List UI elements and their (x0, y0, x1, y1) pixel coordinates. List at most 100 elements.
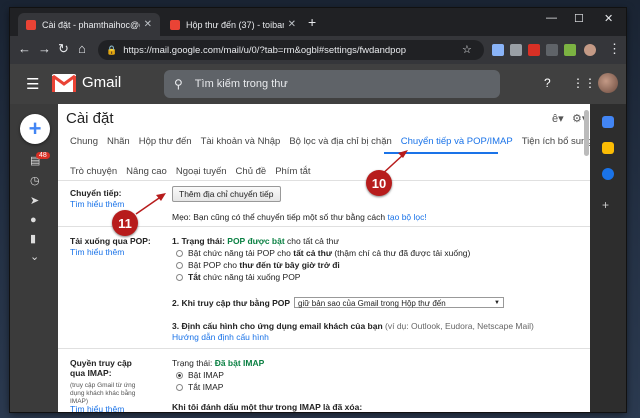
radio-button[interactable] (176, 274, 183, 281)
expand-icon[interactable]: ⌄ (30, 250, 39, 263)
pop-action-select[interactable]: giữ bản sao của Gmail trong Hộp thư đến ▼ (294, 297, 504, 308)
extension-icon[interactable] (546, 44, 558, 56)
url-text: https://mail.google.com/mail/u/0/?tab=rm… (123, 44, 407, 56)
extension-icon[interactable] (510, 44, 522, 56)
imap-status-value: Đã bật IMAP (214, 358, 265, 368)
add-forwarding-address-button[interactable]: Thêm địa chỉ chuyển tiếp (172, 186, 281, 202)
menu-dots-icon[interactable]: ⋮ (608, 42, 621, 56)
pop-status-prefix: 1. Trạng thái: (172, 236, 225, 246)
help-icon[interactable]: ? (544, 76, 551, 90)
tip-text: Mẹo: Bạn cũng có thể chuyển tiếp một số … (172, 212, 386, 222)
address-bar[interactable]: 🔒 https://mail.google.com/mail/u/0/?tab=… (98, 40, 484, 60)
dropdown-arrow-icon: ▼ (494, 300, 500, 306)
option-bold: Tắt (188, 272, 201, 282)
lock-icon: 🔒 (106, 44, 118, 55)
maximize-button[interactable]: ☐ (574, 12, 584, 25)
pop-learn-more-link[interactable]: Tìm hiểu thêm (70, 247, 124, 257)
mail-search-input[interactable]: ⚲ Tìm kiếm trong thư (164, 70, 500, 98)
create-filter-link[interactable]: tạo bộ lọc! (388, 212, 427, 222)
home-button[interactable]: ⌂ (78, 42, 86, 56)
radio-button[interactable] (176, 250, 183, 257)
new-tab-button[interactable]: + (308, 14, 316, 30)
trash-icon[interactable]: ▮ (30, 232, 36, 245)
tab-close-icon[interactable]: ✕ (288, 19, 296, 30)
imap-delete-label: Khi tôi đánh dấu một thư trong IMAP là đ… (172, 402, 363, 412)
extension-icon[interactable] (564, 44, 576, 56)
active-tab-indicator (384, 152, 498, 154)
clock-icon[interactable]: ◷ (30, 174, 40, 187)
annotation-step-10: 10 (366, 170, 392, 196)
watermark: GENK (530, 396, 588, 415)
star-icon[interactable]: ☆ (462, 43, 472, 57)
close-window-button[interactable]: ✕ (604, 12, 613, 25)
imap-learn-more-link[interactable]: Tìm hiểu thêm (70, 404, 124, 412)
imap-option-on[interactable]: Bật IMAP (176, 370, 224, 380)
minimize-button[interactable]: — (546, 12, 557, 24)
gmail-wordmark: Gmail (82, 74, 122, 91)
calendar-icon[interactable] (602, 116, 614, 128)
tab-filters[interactable]: Bộ lọc và địa chỉ bị chặn (289, 136, 391, 147)
compose-button[interactable]: + (20, 114, 50, 144)
imap-sub: (truy cập Gmail từ ứng dụng khách khác b… (70, 382, 136, 405)
extension-icon[interactable] (492, 44, 504, 56)
pop-option-off[interactable]: Tắt chức năng tải xuống POP (176, 272, 300, 282)
tab-inbox-settings[interactable]: Hộp thư đến (139, 136, 192, 147)
tab-inbox[interactable]: Hộp thư đến (37) - toibanbanh... ✕ (162, 13, 304, 36)
search-icon[interactable]: ⚲ (174, 77, 183, 91)
tab-chat[interactable]: Trò chuyện (70, 166, 117, 177)
tab-strip: Cài đặt - phamthaihoc@gmail.c... ✕ Hộp t… (10, 8, 626, 36)
option-text: Tắt IMAP (188, 382, 224, 392)
send-icon[interactable]: ➤ (30, 194, 39, 207)
imap-status-prefix: Trạng thái: (172, 358, 213, 368)
tab-settings[interactable]: Cài đặt - phamthaihoc@gmail.c... ✕ (18, 13, 160, 36)
radio-button[interactable] (176, 372, 183, 379)
radio-button[interactable] (176, 262, 183, 269)
imap-label: Quyền truy cập qua IMAP: (70, 358, 132, 378)
pop-option-all[interactable]: Bật chức năng tải POP cho tất cả thư (th… (176, 248, 470, 258)
tab-accounts[interactable]: Tài khoản và Nhập (201, 136, 281, 147)
step3-label: 3. Định cấu hình cho ứng dụng email khác… (172, 321, 383, 331)
tab-general[interactable]: Chung (70, 136, 98, 147)
main-menu-icon[interactable]: ☰ (26, 75, 39, 93)
scrollbar[interactable] (584, 110, 589, 156)
tab-close-icon[interactable]: ✕ (144, 19, 152, 30)
extension-icon[interactable] (528, 44, 540, 56)
reload-button[interactable]: ↻ (58, 42, 69, 56)
forwarding-learn-more-link[interactable]: Tìm hiểu thêm (70, 199, 124, 209)
pop-label: Tải xuống qua POP: (70, 236, 151, 246)
page-title: Cài đặt (66, 110, 114, 127)
tab-forwarding-pop-imap[interactable]: Chuyển tiếp và POP/IMAP (401, 136, 513, 147)
tab-themes[interactable]: Chủ đề (236, 166, 267, 177)
step3-hint: (ví dụ: Outlook, Eudora, Netscape Mail) (385, 321, 534, 331)
tab-label: Cài đặt - phamthaihoc@gmail.c... (42, 19, 140, 30)
left-rail: + ▤ 48 ◷ ➤ ● ▮ ⌄ (10, 104, 58, 412)
account-avatar[interactable] (598, 73, 618, 93)
add-addon-icon[interactable]: + (602, 198, 614, 212)
pop-option-new[interactable]: Bật POP cho thư đến từ bây giờ trở đi (176, 260, 340, 270)
configuration-guide-link[interactable]: Hướng dẫn định cấu hình (172, 332, 269, 342)
gmail-header: ☰ Gmail ⚲ Tìm kiếm trong thư ? ⋮⋮⋮ (10, 64, 626, 104)
divider (58, 348, 590, 349)
option-text: (thậm chí cả thư đã được tải xuống) (331, 248, 471, 258)
settings-panel: Cài đặt ê▾ ⚙▾ Chung Nhãn Hộp thư đến Tài kh… (58, 104, 592, 412)
tab-offline[interactable]: Ngoại tuyến (176, 166, 227, 177)
tasks-icon[interactable] (602, 168, 614, 180)
forward-button[interactable]: → (38, 42, 51, 56)
radio-button[interactable] (176, 384, 183, 391)
imap-option-off[interactable]: Tắt IMAP (176, 382, 223, 392)
option-text: Bật POP cho (188, 260, 240, 270)
annotation-step-11: 11 (112, 210, 138, 236)
imap-status: Trạng thái: Đã bật IMAP (172, 358, 264, 368)
pop-status: 1. Trạng thái: POP được bật cho tất cả t… (172, 236, 339, 246)
tab-labels[interactable]: Nhãn (107, 136, 130, 147)
tab-advanced[interactable]: Nâng cao (126, 166, 167, 177)
language-icon[interactable]: ê▾ (552, 112, 564, 125)
option-bold: tất cả thư (293, 248, 332, 258)
important-icon[interactable]: ● (30, 214, 37, 226)
profile-avatar[interactable] (584, 44, 596, 56)
divider (58, 226, 590, 227)
tab-shortcuts[interactable]: Phím tắt (275, 166, 310, 177)
back-button[interactable]: ← (18, 42, 31, 56)
tab-addons[interactable]: Tiện ích bổ sung (522, 136, 592, 147)
keep-icon[interactable] (602, 142, 614, 154)
